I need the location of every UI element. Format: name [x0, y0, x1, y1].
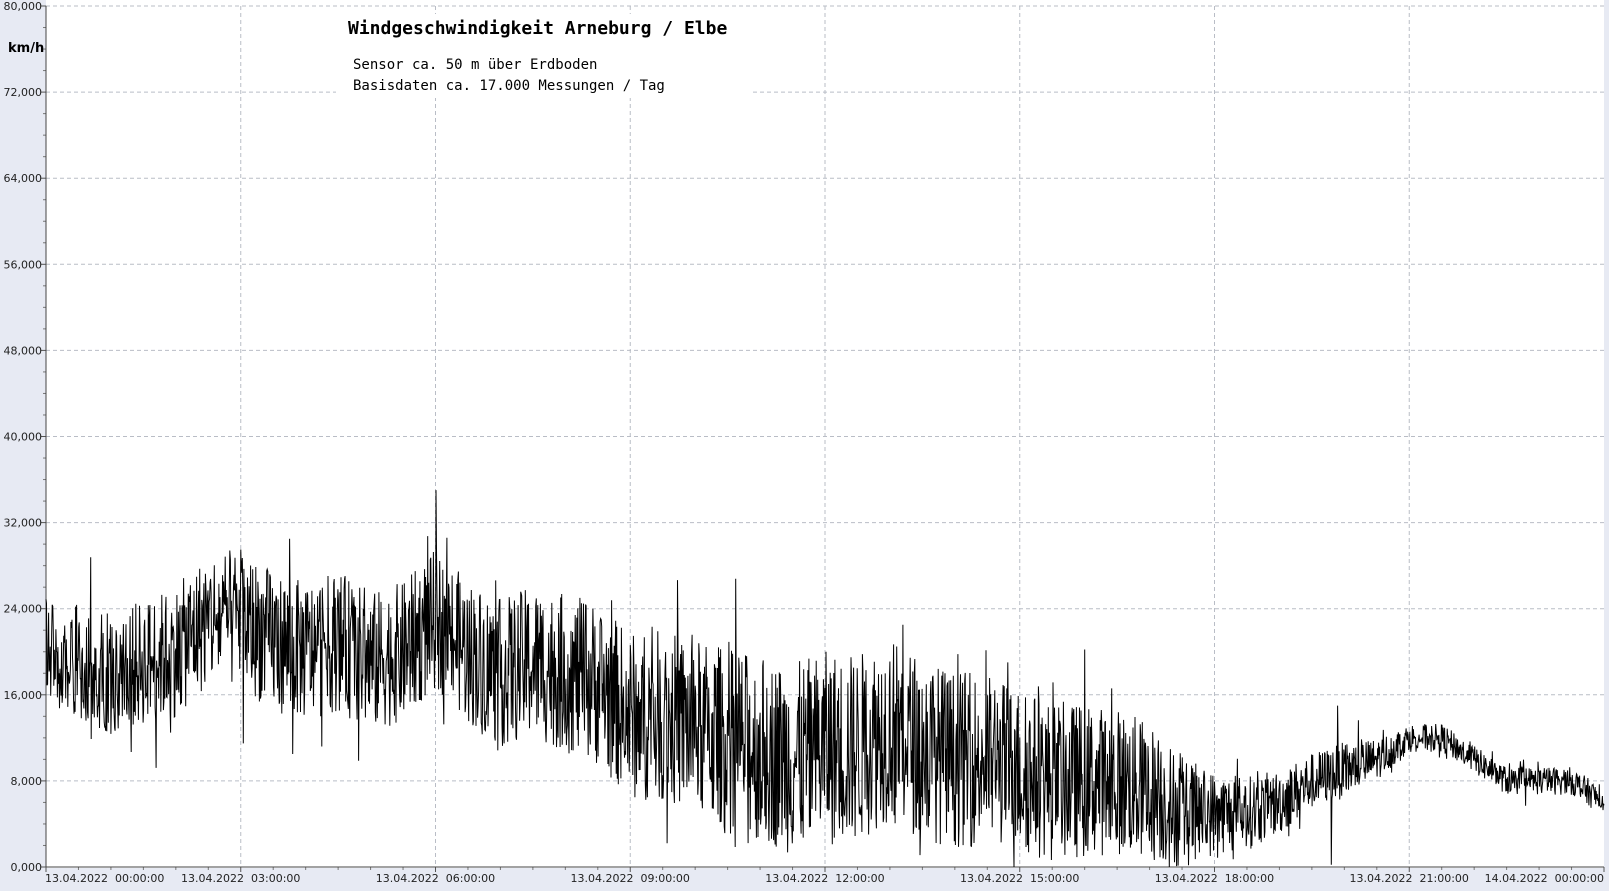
y-tick-label: 48,000: [4, 344, 43, 357]
y-tick-label: 56,000: [4, 258, 43, 271]
y-tick-label: 8,000: [11, 775, 43, 788]
chart-title: Windgeschwindigkeit Arneburg / Elbe: [348, 18, 727, 39]
x-tick-label: 13.04.2022 12:00:00: [765, 872, 884, 885]
y-tick-label: 0,000: [11, 861, 43, 874]
x-tick-label: 13.04.2022 03:00:00: [181, 872, 300, 885]
chart-container: 0,000 8,000 16,000 24,000 32,000 40,000 48,000…: [0, 0, 1609, 891]
x-tick-label: 14.04.2022 00:00:00: [1485, 872, 1604, 885]
y-tick-label: 72,000: [4, 86, 43, 99]
x-tick-label: 13.04.2022 15:00:00: [960, 872, 1079, 885]
y-tick-label: 64,000: [4, 172, 43, 185]
y-axis-unit-label: km/h: [8, 41, 44, 56]
y-tick-label: 32,000: [4, 517, 43, 530]
chart-subtitle-2: Basisdaten ca. 17.000 Messungen / Tag: [353, 78, 665, 94]
x-tick-label: 13.04.2022 00:00:00: [45, 872, 164, 885]
y-axis-gutter: [0, 0, 46, 891]
x-tick-label: 13.04.2022 06:00:00: [376, 872, 495, 885]
chart-subtitle-1: Sensor ca. 50 m über Erdboden: [353, 57, 597, 73]
right-gutter: [1604, 0, 1609, 891]
y-tick-label: 24,000: [4, 603, 43, 616]
wind-speed-chart: 0,000 8,000 16,000 24,000 32,000 40,000 48,000…: [0, 0, 1609, 891]
y-tick-label: 80,000: [4, 0, 43, 13]
x-tick-label: 13.04.2022 09:00:00: [571, 872, 690, 885]
x-tick-label: 13.04.2022 18:00:00: [1155, 872, 1274, 885]
y-tick-label: 16,000: [4, 689, 43, 702]
y-tick-label: 40,000: [4, 431, 43, 444]
x-tick-label: 13.04.2022 21:00:00: [1350, 872, 1469, 885]
